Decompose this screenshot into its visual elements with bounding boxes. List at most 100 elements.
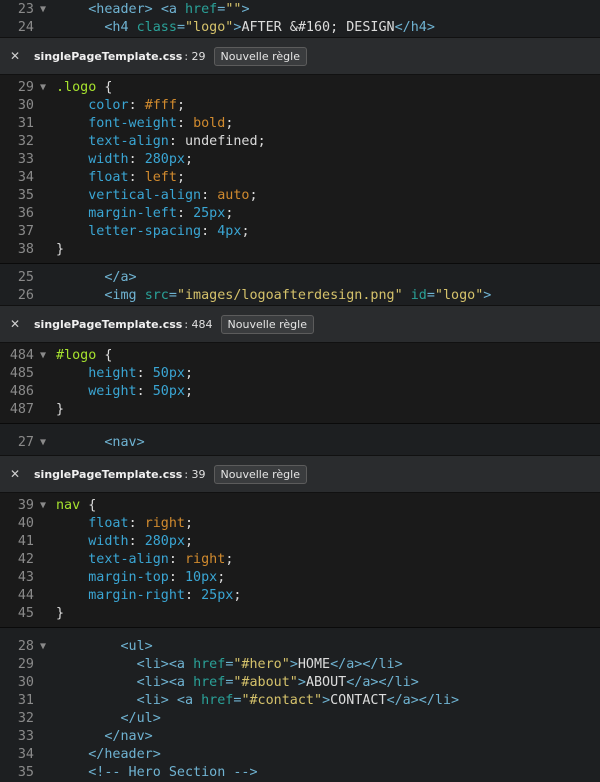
line-number: 24 (17, 20, 34, 35)
line-number: 26 (17, 288, 34, 303)
code-token: > (241, 2, 250, 17)
inline-file-name[interactable]: singlePageTemplate.css (34, 318, 182, 331)
code-token: height (88, 366, 137, 381)
code-line[interactable]: 484 ▼ #logo { (0, 347, 600, 365)
line-number: 42 (17, 552, 34, 567)
code-line[interactable]: 43 margin-top: 10px; (0, 569, 600, 587)
code-line[interactable]: 35 <!-- Hero Section --> (0, 764, 600, 782)
inline-file-line: : 484 (184, 317, 213, 331)
code-line[interactable]: 24 <h4 class="logo">AFTER &#160; DESIGN<… (0, 19, 600, 37)
code-token: width (88, 152, 129, 167)
code-line[interactable]: 28 ▼ <ul> (0, 638, 600, 656)
inline-file-name[interactable]: singlePageTemplate.css (34, 50, 182, 63)
code-token: ; (225, 206, 234, 221)
code-line[interactable]: 25 </a> (0, 269, 600, 287)
code-token: #logo (56, 348, 97, 363)
inline-code[interactable]: 29 ▼ .logo {30 color: #fff; 31 font-weight:… (0, 75, 600, 264)
code-line[interactable]: 26 <img src="images/logoafterdesign.png"… (0, 287, 600, 305)
new-rule-button[interactable]: Nouvelle règle (213, 46, 307, 66)
fold-arrow-icon[interactable]: ▼ (40, 79, 56, 97)
code-line[interactable]: 32 </ul> (0, 710, 600, 728)
code-token: <img (104, 288, 145, 303)
code-line[interactable]: 29 <li><a href="#hero">HOME</a></li> (0, 656, 600, 674)
code-token: .logo (56, 80, 97, 95)
code-line[interactable]: 42 text-align: right; (0, 551, 600, 569)
code-token: </a> (104, 270, 137, 285)
code-token: </h4> (394, 20, 435, 35)
code-line[interactable]: 31 font-weight: bold; (0, 115, 600, 133)
code-token: #fff (144, 98, 177, 113)
code-token: href (193, 657, 226, 672)
inline-code[interactable]: 39 ▼ nav {40 float: right; 41 width: 280px;… (0, 493, 600, 628)
code-line[interactable]: 45} (0, 605, 600, 623)
code-line[interactable]: 485 height: 50px; (0, 365, 600, 383)
new-rule-button[interactable]: Nouvelle règle (220, 314, 314, 334)
code-line[interactable]: 32 text-align: undefined; (0, 133, 600, 151)
code-line[interactable]: 34 float: left; (0, 169, 600, 187)
line-number: 31 (17, 693, 34, 708)
fold-arrow-icon[interactable]: ▼ (40, 434, 56, 452)
fold-arrow-icon[interactable]: ▼ (40, 347, 56, 365)
code-line[interactable]: 31 <li> <a href="#contact">CONTACT</a></… (0, 692, 600, 710)
code-token: : (128, 152, 145, 167)
code-line[interactable]: 486 weight: 50px; (0, 383, 600, 401)
code-token: : (168, 552, 185, 567)
inline-editor-logo: ✕ singlePageTemplate.css : 29 Nouvelle r… (0, 37, 600, 264)
code-line[interactable]: 33 width: 280px; (0, 151, 600, 169)
code-line[interactable]: 23 ▼ <header> <a href=""> (0, 1, 600, 19)
line-number: 30 (17, 675, 34, 690)
inline-file-name[interactable]: singlePageTemplate.css (34, 468, 182, 481)
close-icon[interactable]: ✕ (10, 317, 24, 331)
code-token: float (88, 516, 129, 531)
line-number: 39 (17, 498, 34, 513)
fold-arrow-icon[interactable]: ▼ (40, 1, 56, 19)
code-line[interactable]: 44 margin-right: 25px; (0, 587, 600, 605)
code-line[interactable]: 30 <li><a href="#about">ABOUT</a></li> (0, 674, 600, 692)
inline-editor-logo-id: ✕ singlePageTemplate.css : 484 Nouvelle … (0, 305, 600, 424)
code-line[interactable]: 33 </nav> (0, 728, 600, 746)
code-line[interactable]: 34 </header> (0, 746, 600, 764)
inline-code[interactable]: 484 ▼ #logo {485 height: 50px; 486 weight: … (0, 343, 600, 424)
code-line[interactable]: 36 margin-left: 25px; (0, 205, 600, 223)
code-token: <!-- Hero Section --> (88, 765, 258, 780)
close-icon[interactable]: ✕ (10, 49, 24, 63)
line-number: 485 (9, 366, 34, 381)
inline-file-line: : 29 (184, 49, 206, 63)
line-number: 28 (17, 639, 34, 654)
close-icon[interactable]: ✕ (10, 467, 24, 481)
line-number: 40 (17, 516, 34, 531)
code-token: 50px (152, 366, 185, 381)
code-token: : (136, 384, 153, 399)
code-token: ; (249, 188, 258, 203)
inline-editor-nav: ✕ singlePageTemplate.css : 39 Nouvelle r… (0, 455, 600, 628)
code-token: ; (233, 588, 242, 603)
code-line[interactable]: 487} (0, 401, 600, 419)
new-rule-button[interactable]: Nouvelle règle (213, 464, 307, 484)
fold-arrow-icon[interactable]: ▼ (40, 638, 56, 656)
code-token: { (96, 348, 113, 363)
code-token: auto (217, 188, 250, 203)
code-line[interactable]: 27 ▼ <nav> (0, 434, 600, 452)
code-line[interactable]: 38} (0, 241, 600, 259)
code-token: { (96, 80, 113, 95)
code-line[interactable]: 29 ▼ .logo { (0, 79, 600, 97)
code-token: font-weight (88, 116, 177, 131)
code-line[interactable]: 40 float: right; (0, 515, 600, 533)
code-line[interactable]: 39 ▼ nav { (0, 497, 600, 515)
fold-arrow-icon[interactable]: ▼ (40, 497, 56, 515)
code-line[interactable]: 30 color: #fff; (0, 97, 600, 115)
code-token: = (176, 20, 185, 35)
code-line[interactable]: 35 vertical-align: auto; (0, 187, 600, 205)
code-line[interactable]: 41 width: 280px; (0, 533, 600, 551)
code-token: } (56, 242, 65, 257)
code-token: bold (193, 116, 226, 131)
line-number: 29 (17, 80, 34, 95)
code-line[interactable]: 37 letter-spacing: 4px; (0, 223, 600, 241)
